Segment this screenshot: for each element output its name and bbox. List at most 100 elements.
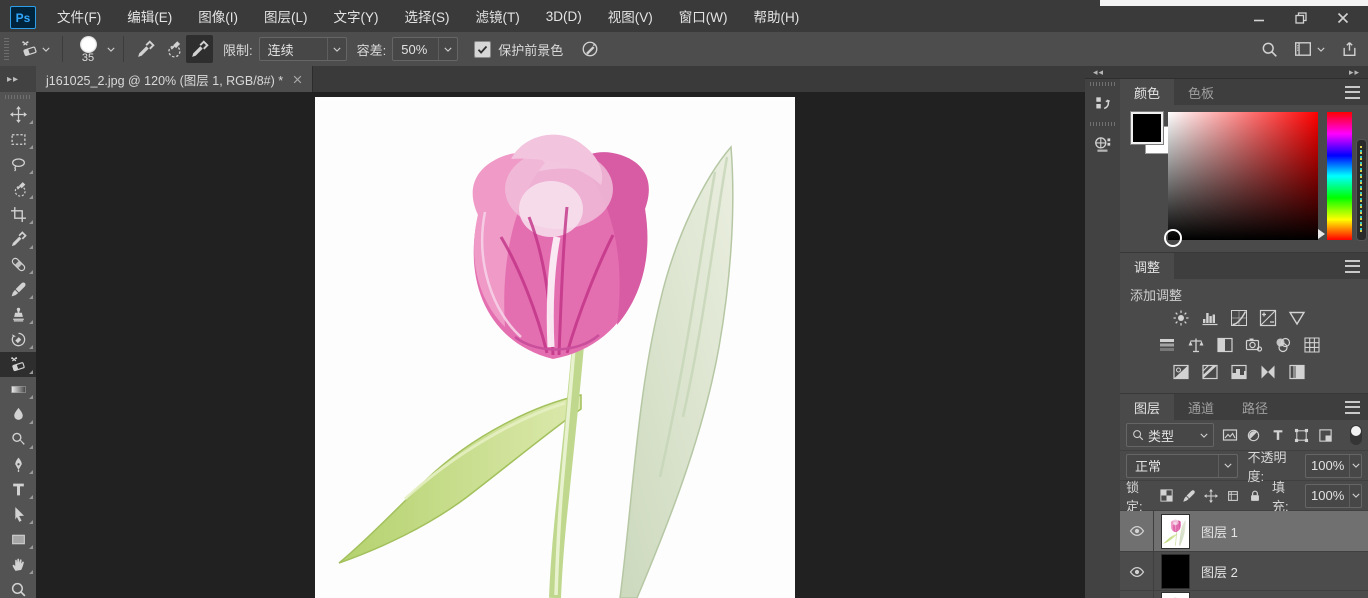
menu-help[interactable]: 帮助(H) [740,0,812,32]
color-lookup-button[interactable] [1303,336,1321,354]
dodge-tool[interactable] [0,427,36,452]
menu-view[interactable]: 视图(V) [595,0,666,32]
tab-swatches[interactable]: 色板 [1174,79,1228,105]
sampling-background-swatch-button[interactable] [186,35,213,63]
brightness-contrast-button[interactable] [1172,309,1190,327]
spot-healing-brush-tool[interactable] [0,252,36,277]
sampling-continuous-button[interactable] [132,35,159,63]
menu-image[interactable]: 图像(I) [185,0,251,32]
photo-filter-button[interactable] [1245,336,1263,354]
close-icon[interactable] [293,75,302,84]
layer-row-1[interactable]: 图层 1 [1120,511,1368,551]
saturation-brightness-field[interactable] [1168,112,1318,240]
limits-dropdown[interactable]: 连续 [259,37,347,61]
layer-visibility-toggle[interactable] [1120,511,1154,551]
adjustments-panel-menu-button[interactable] [1345,253,1368,279]
layer-thumbnail[interactable] [1162,515,1189,548]
blend-mode-dropdown[interactable]: 正常 [1126,454,1238,478]
rectangle-shape-tool[interactable] [0,527,36,552]
3d-material-panel-button[interactable] [1085,129,1120,159]
filter-toggle-switch[interactable] [1350,425,1362,445]
pen-tool[interactable] [0,452,36,477]
move-tool[interactable] [0,102,36,127]
tablet-pressure-button[interactable] [577,35,603,63]
color-field-marker[interactable] [1164,229,1182,247]
background-eraser-tool[interactable] [0,352,36,377]
collapse-panels-right-button[interactable]: ▸▸ [1349,67,1360,78]
filter-adjustment-layers-button[interactable] [1245,427,1262,444]
foreground-color-swatch[interactable] [1131,112,1163,144]
menu-edit[interactable]: 编辑(E) [114,0,185,32]
lock-position-button[interactable] [1204,488,1218,504]
menu-layer[interactable]: 图层(L) [251,0,321,32]
hue-saturation-button[interactable] [1158,336,1176,354]
lock-all-button[interactable] [1248,488,1262,504]
clone-stamp-tool[interactable] [0,302,36,327]
menu-select[interactable]: 选择(S) [392,0,463,32]
eyedropper-tool[interactable] [0,227,36,252]
filter-smart-objects-button[interactable] [1317,427,1334,444]
lock-artboard-button[interactable] [1226,488,1240,504]
selective-color-button[interactable] [1288,363,1306,381]
layer-row-2[interactable]: 图层 2 [1120,551,1368,591]
zoom-tool[interactable] [0,577,36,598]
layer-row-3-partial[interactable] [1120,590,1368,598]
menu-type[interactable]: 文字(Y) [321,0,392,32]
blur-tool[interactable] [0,402,36,427]
filter-shape-layers-button[interactable] [1293,427,1310,444]
layer-visibility-toggle[interactable] [1120,591,1154,598]
layer-name[interactable]: 图层 2 [1201,562,1238,581]
filter-pixel-layers-button[interactable] [1221,427,1238,444]
layer-name[interactable]: 图层 1 [1201,522,1238,541]
threshold-button[interactable] [1230,363,1248,381]
layers-panel-menu-button[interactable] [1345,394,1368,420]
hand-tool[interactable] [0,552,36,577]
minimize-button[interactable] [1240,7,1278,29]
menu-filter[interactable]: 滤镜(T) [463,0,533,32]
color-panel-menu-button[interactable] [1345,79,1368,105]
brush-preset-picker[interactable]: 35 [71,36,105,63]
layer-thumbnail[interactable] [1162,555,1189,588]
lock-transparency-button[interactable] [1159,488,1174,504]
protect-foreground-checkbox[interactable] [474,41,491,58]
path-selection-tool[interactable] [0,502,36,527]
chevron-down-icon[interactable] [107,47,115,52]
tolerance-dropdown[interactable]: 50% [392,37,458,61]
tab-adjustments[interactable]: 调整 [1120,253,1174,279]
share-icon[interactable] [1341,41,1358,58]
fill-dropdown[interactable]: 100% [1305,484,1362,508]
crop-tool[interactable] [0,202,36,227]
lock-image-button[interactable] [1182,488,1196,504]
levels-button[interactable] [1201,309,1219,327]
layer-thumbnail[interactable] [1162,593,1189,598]
hue-slider-marker[interactable] [1318,229,1325,239]
tool-preset-button[interactable] [17,35,54,63]
lasso-tool[interactable] [0,152,36,177]
search-icon[interactable] [1261,41,1278,58]
close-button[interactable] [1324,7,1362,29]
type-tool[interactable] [0,477,36,502]
menu-file[interactable]: 文件(F) [44,0,114,32]
document-tab[interactable]: j161025_2.jpg @ 120% (图层 1, RGB/8#) * [36,66,313,92]
tab-color[interactable]: 颜色 [1120,79,1174,105]
menu-window[interactable]: 窗口(W) [666,0,741,32]
gradient-map-button[interactable] [1259,363,1277,381]
restore-button[interactable] [1282,7,1320,29]
invert-button[interactable] [1172,363,1190,381]
color-balance-button[interactable] [1187,336,1205,354]
posterize-button[interactable] [1201,363,1219,381]
menu-3d[interactable]: 3D(D) [533,0,595,32]
curves-button[interactable] [1230,309,1248,327]
opacity-dropdown[interactable]: 100% [1305,454,1362,478]
canvas-area[interactable] [36,92,1085,598]
gradient-tool[interactable] [0,377,36,402]
brush-tool[interactable] [0,277,36,302]
black-white-button[interactable] [1216,336,1234,354]
sampling-once-button[interactable] [159,35,186,63]
tab-layers[interactable]: 图层 [1120,394,1174,420]
filter-kind-dropdown[interactable]: 类型 [1126,423,1214,447]
exposure-button[interactable] [1259,309,1277,327]
quick-selection-tool[interactable] [0,177,36,202]
layer-visibility-toggle[interactable] [1120,552,1154,591]
panel-scrollbar[interactable] [1356,139,1367,241]
